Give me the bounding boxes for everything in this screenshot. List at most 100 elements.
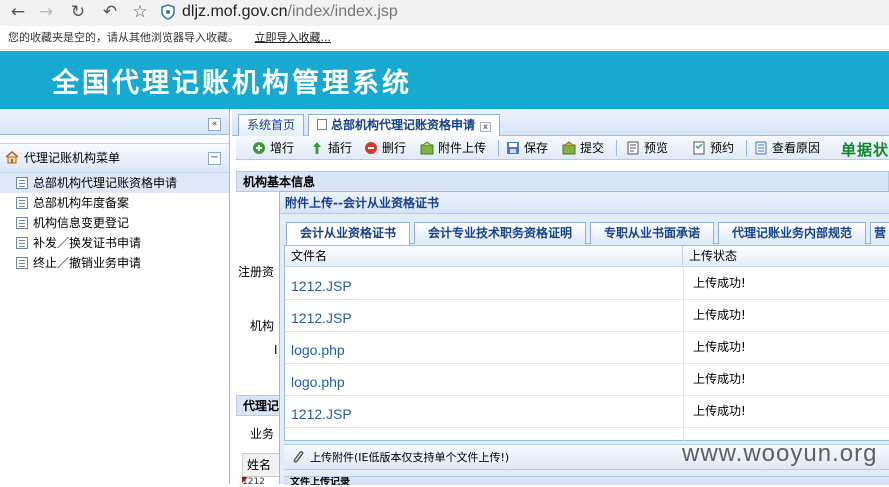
table-row[interactable]: logo.php 上传成功! xyxy=(285,332,889,364)
preview-icon xyxy=(627,141,639,155)
registered-capital-label: 注册资 xyxy=(238,265,275,279)
tab-accounting-qualification[interactable]: 会计从业资格证书 xyxy=(286,222,410,245)
sidebar-item-termination[interactable]: 终止／撤销业务申请 xyxy=(0,253,229,273)
tab-home[interactable]: 系统首页 xyxy=(238,114,305,136)
document-icon xyxy=(16,237,28,249)
undo-icon[interactable]: ↶ xyxy=(100,2,120,22)
table-row[interactable]: 1212.JSP 上传成功! xyxy=(285,300,889,332)
address-bar[interactable]: dljz.mof.gov.cn/index/index.jsp xyxy=(160,1,889,23)
close-icon[interactable]: x xyxy=(480,122,492,132)
business-label: 业务 xyxy=(250,427,275,441)
org-label: 机构 xyxy=(250,319,275,333)
view-reason-icon xyxy=(755,141,767,155)
appointment-icon xyxy=(693,141,705,155)
attachment-upload-button[interactable]: 附件上传 xyxy=(420,139,486,157)
file-name-link[interactable]: 1212.JSP xyxy=(291,406,352,438)
save-button[interactable]: 保存 xyxy=(506,139,548,157)
column-upload-status[interactable]: 上传状态 xyxy=(683,246,889,267)
sidebar: « 代理记账机构菜单 − 总部机构代理记账资格申请 总部机构年度备案 机构信息变… xyxy=(0,109,230,484)
sidebar-item-annual-filing[interactable]: 总部机构年度备案 xyxy=(0,193,229,213)
collapse-sidebar-button[interactable]: « xyxy=(208,118,221,131)
tab-label: 总部机构代理记账资格申请 xyxy=(331,118,476,132)
button-label: 删行 xyxy=(382,141,407,155)
section-basic-info: 机构基本信息 xyxy=(236,171,889,192)
dialog-tab-strip: 会计从业资格证书 会计专业技术职务资格证明 专职从业书面承诺 代理记账业务内部规… xyxy=(286,222,889,245)
form-toolbar: 增行 插行 删行 附件上传 保存 提交 预览 预约 查看原因 单据状 xyxy=(236,136,889,160)
sidebar-item-info-change[interactable]: 机构信息变更登记 xyxy=(0,213,229,233)
appointment-button[interactable]: 预约 xyxy=(692,139,734,157)
button-label: 附件上传 xyxy=(438,141,487,155)
button-label: 增行 xyxy=(270,141,295,155)
submit-button[interactable]: 提交 xyxy=(562,139,604,157)
url-host: dljz.mof.gov.cn xyxy=(182,3,288,20)
sidebar-top-bar: « xyxy=(0,109,229,135)
tab-internal-rules[interactable]: 代理记账业务内部规范 xyxy=(718,222,866,244)
app-title: 全国代理记账机构管理系统 xyxy=(52,68,412,99)
name-column-header: 姓名 xyxy=(242,453,282,477)
tab-fulltime-commitment[interactable]: 专职从业书面承诺 xyxy=(590,222,714,244)
table-row[interactable]: 1212.JSP 上传成功! xyxy=(285,396,889,428)
tab-qualification-application[interactable]: 总部机构代理记账资格申请 x xyxy=(308,114,501,137)
sidebar-item-label: 机构信息变更登记 xyxy=(33,216,130,230)
table-row[interactable]: logo.php 上传成功! xyxy=(285,364,889,396)
toolbar-separator xyxy=(498,140,499,156)
tab-strip: 系统首页 总部机构代理记账资格申请 x xyxy=(232,109,889,137)
sidebar-menu-title: 代理记账机构菜单 xyxy=(24,151,121,165)
browser-toolbar: ← → ↻ ↶ ☆ dljz.mof.gov.cn/index/index.js… xyxy=(0,0,889,26)
sidebar-item-certificate-reissue[interactable]: 补发／换发证书申请 xyxy=(0,233,229,253)
url-path: /index/index.jsp xyxy=(287,3,398,20)
document-icon xyxy=(317,119,327,130)
toolbar-separator xyxy=(616,140,617,156)
tab-label: 系统首页 xyxy=(247,118,296,132)
preview-button[interactable]: 预览 xyxy=(626,139,668,157)
button-label: 预约 xyxy=(710,141,735,155)
add-row-icon xyxy=(253,142,265,154)
delete-row-button[interactable]: 删行 xyxy=(364,139,406,157)
sidebar-item-label: 补发／换发证书申请 xyxy=(33,236,142,250)
tab-business-license[interactable]: 营 xyxy=(870,222,889,244)
star-icon[interactable]: ☆ xyxy=(130,2,150,22)
shield-icon xyxy=(161,4,175,20)
view-reason-button[interactable]: 查看原因 xyxy=(754,139,820,157)
bookmark-import-link[interactable]: 立即导入收藏... xyxy=(255,31,332,44)
document-icon xyxy=(16,197,28,209)
tab-professional-title[interactable]: 会计专业技术职务资格证明 xyxy=(414,222,586,244)
home-icon xyxy=(5,151,19,164)
button-label: 预览 xyxy=(644,141,669,155)
reload-icon[interactable]: ↻ xyxy=(68,2,88,22)
app-header: 全国代理记账机构管理系统 xyxy=(0,51,889,109)
delete-row-icon xyxy=(365,142,377,154)
sidebar-item-label: 总部机构年度备案 xyxy=(33,196,130,210)
insert-row-icon xyxy=(313,142,321,154)
dialog-title: 附件上传--会计从业资格证书 xyxy=(280,192,889,214)
forward-icon[interactable]: → xyxy=(36,2,56,22)
watermark: www.wooyun.org xyxy=(682,440,878,467)
paperclip-icon xyxy=(293,451,304,463)
upload-button-label: 上传附件(IE低版本仅支持单个文件上传!) xyxy=(310,451,510,464)
button-label: 提交 xyxy=(580,141,605,155)
url-text: dljz.mof.gov.cn/index/index.jsp xyxy=(182,3,398,21)
table-row[interactable]: 1212.JSP 上传成功! xyxy=(285,268,889,300)
button-label: 保存 xyxy=(524,141,549,155)
submit-icon xyxy=(562,141,576,155)
attachment-grid: 文件名 上传状态 1212.JSP 上传成功! 1212.JSP 上传成功! l… xyxy=(284,245,889,442)
upload-status: 上传成功! xyxy=(693,404,746,418)
document-icon xyxy=(16,217,28,229)
sidebar-menu-header[interactable]: 代理记账机构菜单 − xyxy=(0,143,229,173)
insert-row-button[interactable]: 插行 xyxy=(310,139,352,157)
small-label: I xyxy=(274,343,278,357)
toolbar-separator xyxy=(746,140,747,156)
document-status-label: 单据状 xyxy=(840,141,889,159)
attachment-upload-icon xyxy=(420,141,434,155)
upload-attachment-button[interactable]: 上传附件(IE低版本仅支持单个文件上传!) xyxy=(290,449,509,467)
add-row-button[interactable]: 增行 xyxy=(252,139,294,157)
bookmarks-bar: 您的收藏夹是空的，请从其他浏览器导入收藏。 立即导入收藏... xyxy=(0,26,889,50)
sidebar-item-label: 终止／撤销业务申请 xyxy=(33,256,142,270)
sidebar-item-qualification-application[interactable]: 总部机构代理记账资格申请 xyxy=(0,173,229,193)
minimize-menu-button[interactable]: − xyxy=(208,152,221,165)
grid-header: 文件名 上传状态 xyxy=(285,246,889,267)
save-icon xyxy=(507,142,519,154)
column-file-name[interactable]: 文件名 xyxy=(285,246,683,267)
back-icon[interactable]: ← xyxy=(8,2,28,22)
button-label: 查看原因 xyxy=(772,141,821,155)
